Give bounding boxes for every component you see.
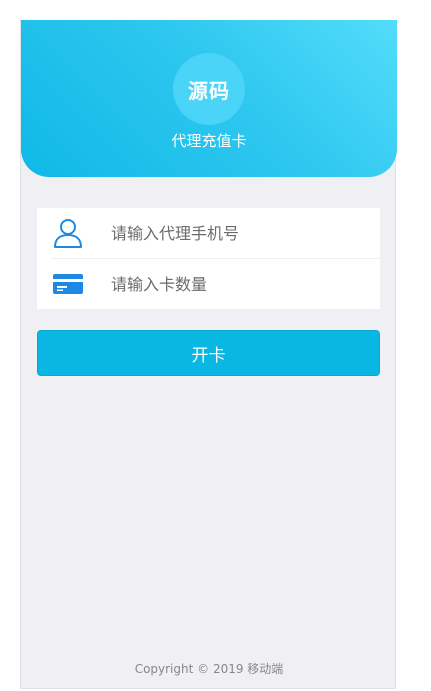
phone-row xyxy=(37,208,380,258)
logo-badge: 源码 xyxy=(173,53,245,125)
card-icon xyxy=(52,268,84,300)
card-count-input[interactable] xyxy=(111,269,371,299)
card-count-row xyxy=(37,259,380,309)
logo-text: 源码 xyxy=(188,78,230,103)
phone-input[interactable] xyxy=(111,218,371,248)
user-icon xyxy=(52,217,84,249)
mobile-page: 源码 代理充值卡 请输入代理手机号 请输入卡数量 开卡 Copyright © … xyxy=(20,20,397,689)
recharge-form xyxy=(37,208,380,309)
open-card-button[interactable]: 开卡 xyxy=(37,330,380,376)
page-title: 代理充值卡 xyxy=(171,132,247,150)
copyright-footer: Copyright © 2019 移动端 xyxy=(134,662,284,676)
header-banner: 源码 代理充值卡 xyxy=(21,20,397,177)
